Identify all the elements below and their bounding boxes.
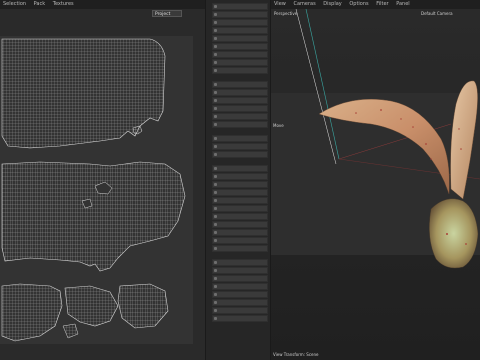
uv-tool-button[interactable] [212,59,268,66]
uv-tool-button[interactable] [212,205,268,212]
uv-tool-button[interactable] [212,143,268,150]
uv-tool-button[interactable] [212,135,268,142]
uv-menu-textures[interactable]: Textures [50,1,77,7]
vp-menu-options[interactable]: Options [346,1,371,7]
vp-menu-display[interactable]: Display [320,1,344,7]
uv-shell-lower-right [117,283,169,329]
viewport-camera-label[interactable]: Default Camera [421,11,453,16]
model-core [429,198,479,269]
uv-editor-menubar: Selection Pack Textures [0,0,205,9]
uv-tool-button[interactable] [212,11,268,18]
uv-tool-button[interactable] [212,27,268,34]
uv-tool-button[interactable] [212,35,268,42]
uv-menu-selection[interactable]: Selection [0,1,29,7]
uv-tool-button[interactable] [212,291,268,298]
uv-tool-button[interactable] [212,283,268,290]
viewport-view-label: Perspective [274,11,298,16]
3d-viewport[interactable]: Perspective Default Camera Move View Tra… [271,9,480,360]
uv-tool-button[interactable] [212,221,268,228]
uv-tool-button[interactable] [212,237,268,244]
uv-tool-button[interactable] [212,197,268,204]
uv-canvas[interactable] [0,36,193,344]
uv-tool-button[interactable] [212,3,268,10]
vp-menu-view[interactable]: View [271,1,289,7]
uv-tool-button[interactable] [212,315,268,322]
uv-tool-button[interactable] [212,51,268,58]
uv-tool-button[interactable] [212,165,268,172]
uv-tool-button[interactable] [212,89,268,96]
vp-menu-filter[interactable]: Filter [373,1,391,7]
uv-tool-button[interactable] [212,105,268,112]
uv-tool-button[interactable] [212,189,268,196]
viewport-move-label: Move [273,123,284,128]
uv-tool-button[interactable] [212,307,268,314]
uv-tool-button[interactable] [212,181,268,188]
uv-tool-button[interactable] [212,245,268,252]
uv-shell-lower-mid [64,285,119,327]
uv-tool-button[interactable] [212,275,268,282]
uv-tool-button[interactable] [212,259,268,266]
uv-shell-middle [1,161,186,272]
uv-shell-lower-left [1,283,63,342]
uv-tool-button[interactable] [212,121,268,128]
uv-editor-panel: Project [0,9,205,360]
uv-tool-strip [205,0,271,360]
uv-tool-button[interactable] [212,97,268,104]
viewport-menubar: View Cameras Display Options Filter Pane… [271,0,480,9]
uv-tool-button[interactable] [212,113,268,120]
uv-shell-island-2 [62,323,79,339]
uv-tool-button[interactable] [212,173,268,180]
vp-menu-cameras[interactable]: Cameras [290,1,318,7]
uv-tool-button[interactable] [212,213,268,220]
uv-mesh-layout [1,38,186,342]
uv-menu-pack[interactable]: Pack [31,1,49,7]
uv-tool-button[interactable] [212,19,268,26]
uv-tool-button[interactable] [212,67,268,74]
viewport-scene [271,9,480,360]
uv-tool-button[interactable] [212,267,268,274]
uv-tool-button[interactable] [212,43,268,50]
uv-tool-button[interactable] [212,299,268,306]
uv-tool-button[interactable] [212,229,268,236]
uv-tool-button[interactable] [212,151,268,158]
uv-set-dropdown[interactable]: Project [152,10,182,17]
viewport-footer-label: View Transform: Scene [273,352,319,357]
uv-tool-button[interactable] [212,81,268,88]
vp-menu-panel[interactable]: Panel [393,1,413,7]
